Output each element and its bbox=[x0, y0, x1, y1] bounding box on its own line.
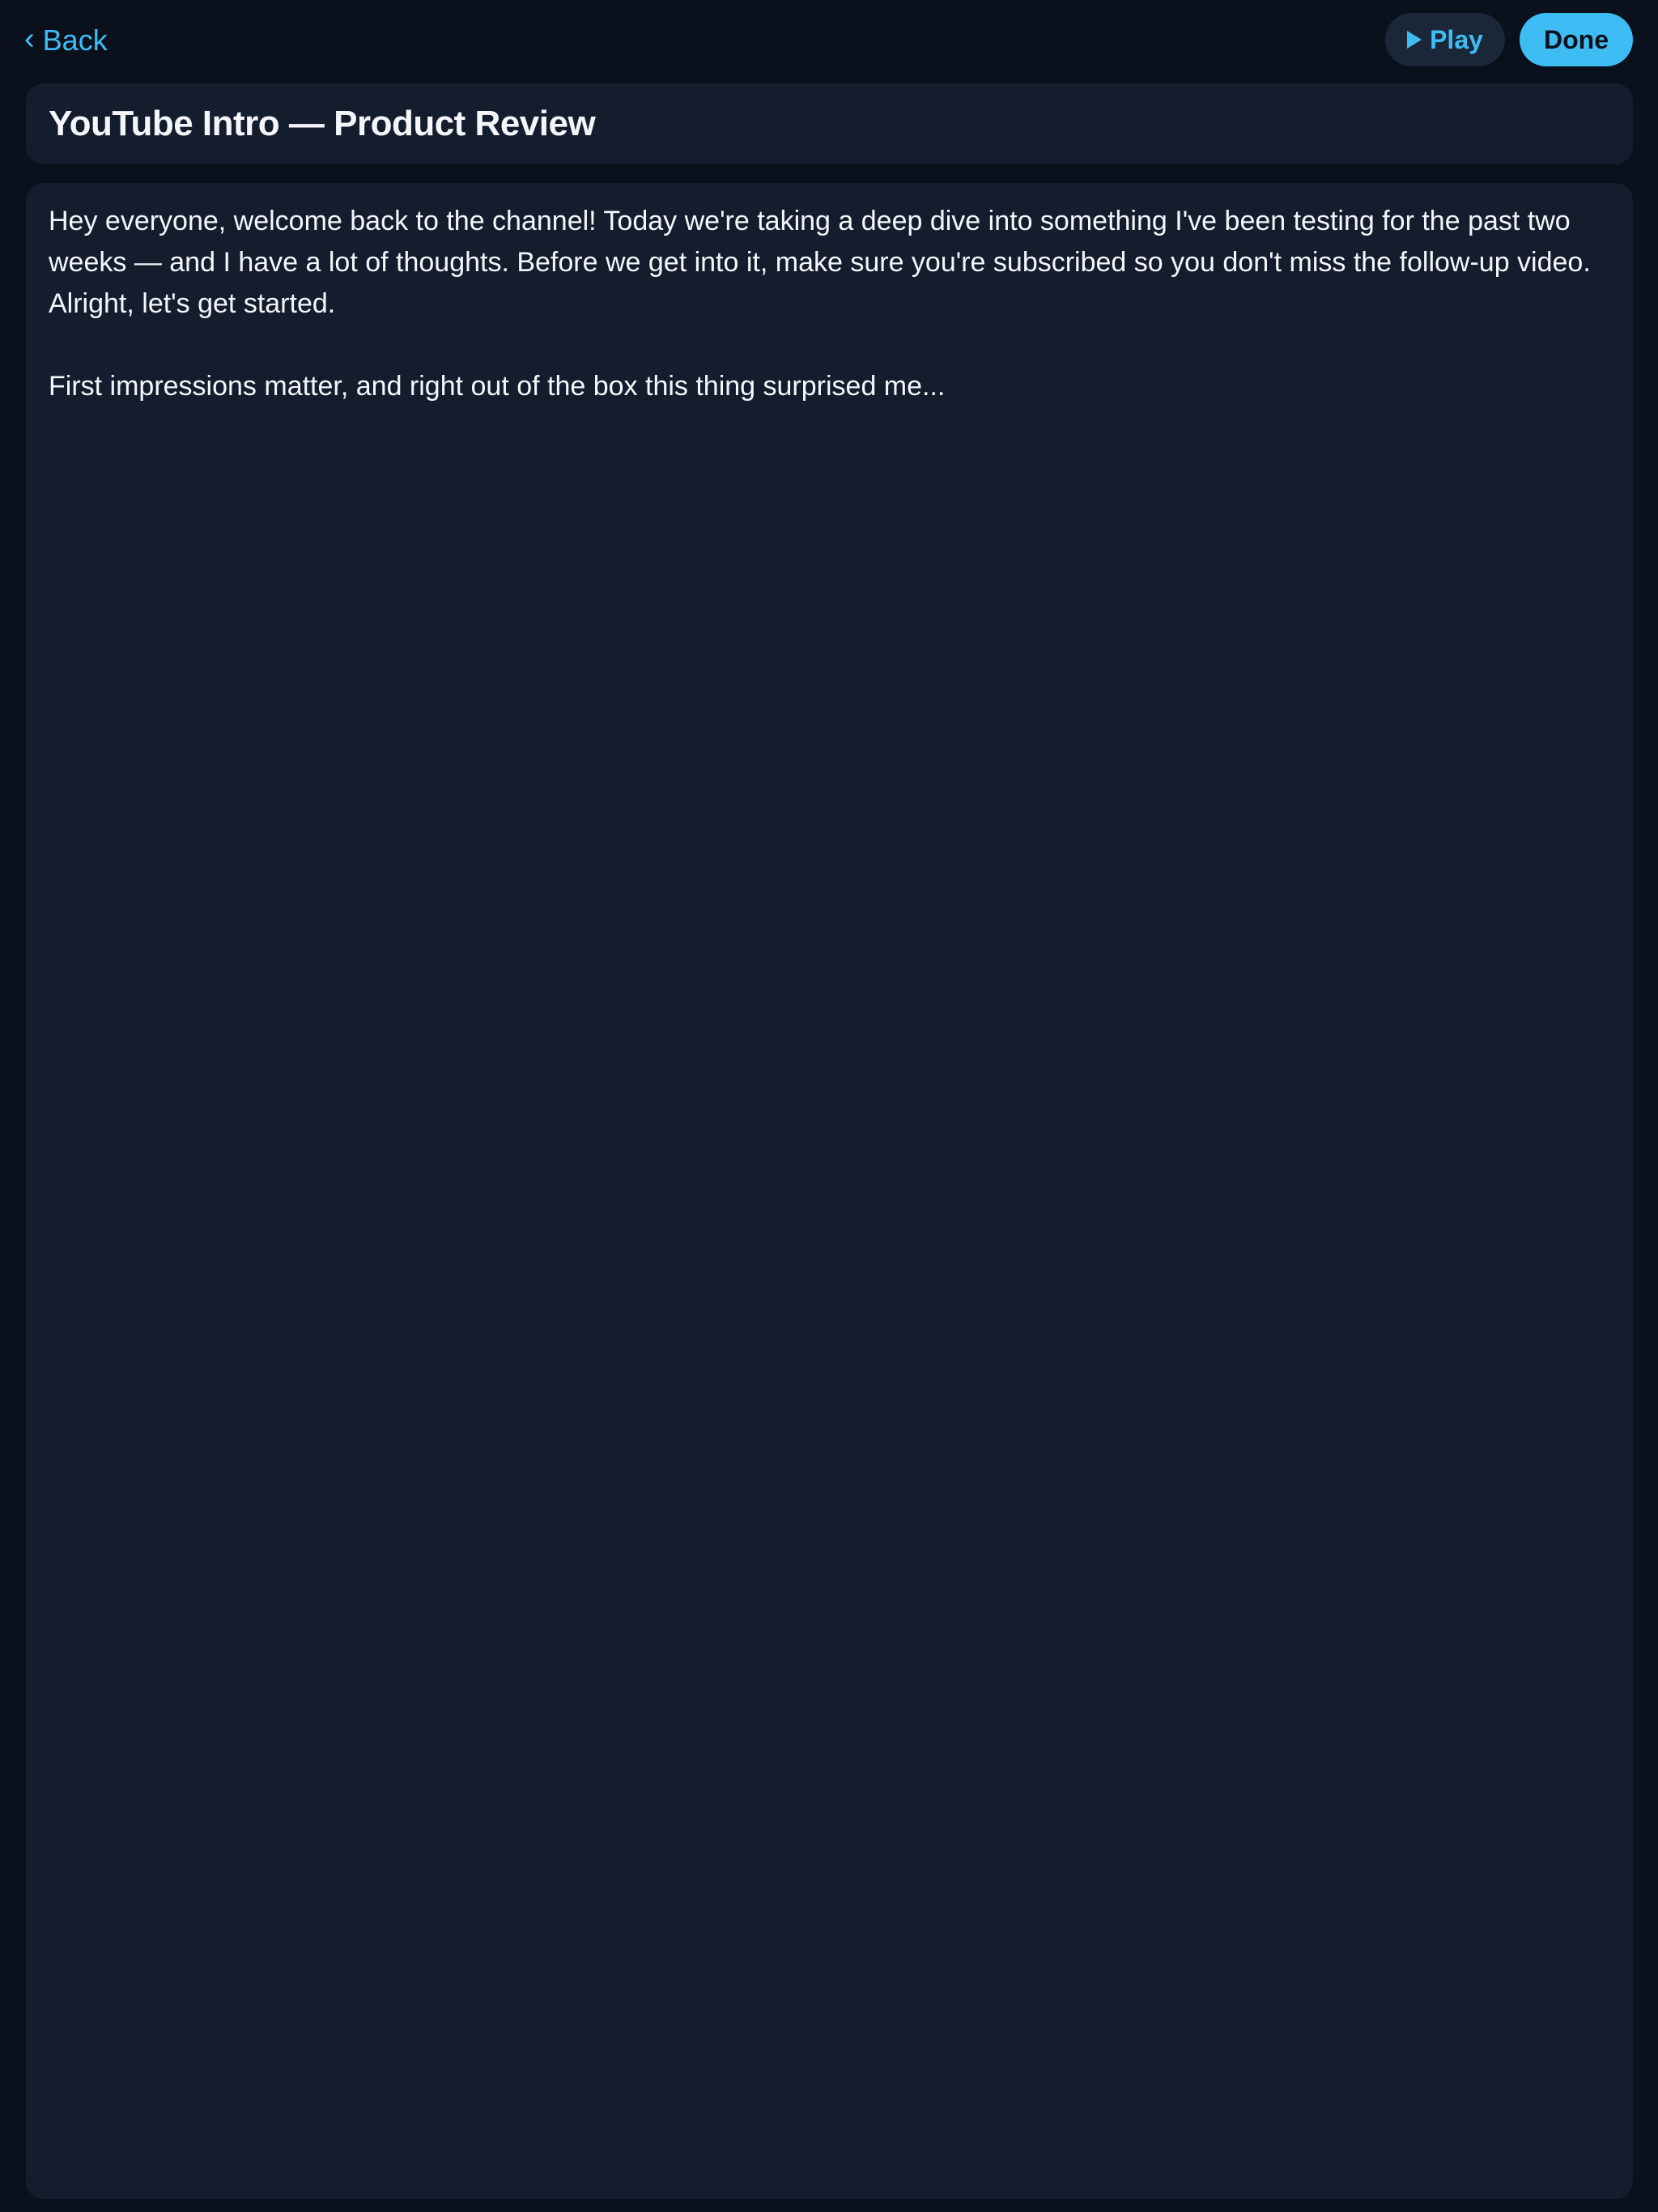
back-button[interactable]: ‹ Back bbox=[24, 18, 108, 63]
back-button-label: Back bbox=[42, 23, 108, 57]
play-button[interactable]: Play bbox=[1385, 13, 1505, 66]
document-title: YouTube Intro — Product Review bbox=[49, 104, 596, 143]
chevron-left-icon: ‹ bbox=[24, 22, 35, 56]
play-icon bbox=[1407, 31, 1422, 49]
done-button-label: Done bbox=[1544, 24, 1609, 54]
script-body-editor[interactable]: Hey everyone, welcome back to the channe… bbox=[26, 183, 1633, 2199]
done-button[interactable]: Done bbox=[1520, 13, 1633, 66]
body-paragraph: First impressions matter, and right out … bbox=[49, 371, 946, 402]
play-button-label: Play bbox=[1430, 24, 1483, 54]
top-bar: ‹ Back Play Done bbox=[0, 0, 1658, 81]
body-paragraph: Hey everyone, welcome back to the channe… bbox=[49, 206, 1591, 319]
title-field[interactable]: YouTube Intro — Product Review bbox=[26, 83, 1633, 164]
